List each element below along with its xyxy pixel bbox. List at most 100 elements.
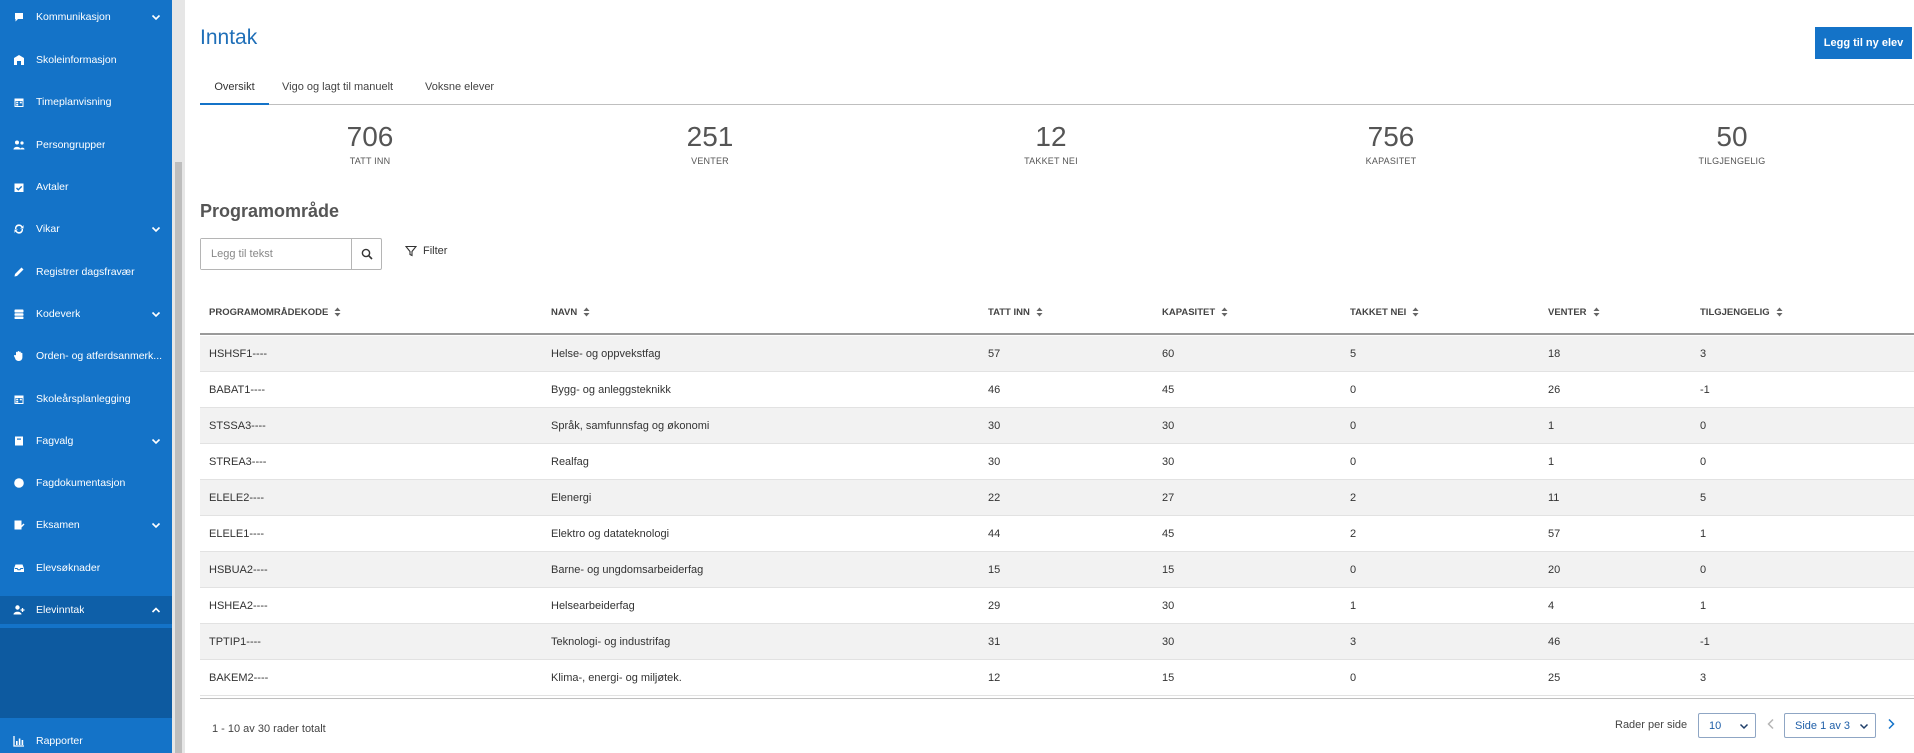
sidebar-item-5[interactable]: Avtaler bbox=[0, 173, 172, 201]
column-header[interactable]: KAPASITET bbox=[1162, 289, 1228, 335]
sidebar-item-label: Kodeverk bbox=[36, 308, 81, 320]
sidebar-scrollbar[interactable] bbox=[172, 0, 185, 753]
tab-voksne-elever[interactable]: Voksne elever bbox=[425, 74, 494, 105]
calendar-check-icon bbox=[11, 179, 27, 195]
table-cell: 57 bbox=[1548, 528, 1561, 540]
previous-page-button[interactable] bbox=[1766, 718, 1778, 732]
table-cell: 0 bbox=[1700, 420, 1707, 432]
table-footer-divider bbox=[200, 698, 1914, 699]
user-add-icon bbox=[11, 602, 27, 618]
table-cell: Helse- og oppvekstfag bbox=[551, 348, 661, 360]
sidebar-item-7[interactable]: Registrer dagsfravær bbox=[0, 258, 172, 286]
table-cell: TPTIP1---- bbox=[209, 636, 261, 648]
table-cell: Språk, samfunnsfag og økonomi bbox=[551, 420, 710, 432]
column-header-label: VENTER bbox=[1548, 306, 1587, 318]
school-icon bbox=[11, 52, 27, 68]
table-row[interactable]: HSBUA2---- Barne- og ungdomsarbeiderfag 15… bbox=[200, 552, 1914, 588]
stat-value: 706 bbox=[346, 121, 394, 152]
sidebar-item-2[interactable]: Skoleinformasjon bbox=[0, 46, 172, 74]
sidebar-item-10[interactable]: Skoleårsplanlegging bbox=[0, 385, 172, 413]
chevron-down-icon bbox=[150, 223, 162, 235]
table-cell: 30 bbox=[988, 420, 1001, 432]
table-row[interactable]: BABAT1---- Bygg- og anleggsteknikk 46 45 0 26… bbox=[200, 372, 1914, 408]
sort-icon bbox=[1036, 307, 1043, 317]
sidebar-item-label: Fagdokumentasjon bbox=[36, 477, 126, 489]
section-title: Programområde bbox=[200, 201, 340, 221]
stat-value: 756 bbox=[1367, 121, 1415, 152]
table-row[interactable]: STSSA3---- Språk, samfunnsfag og økonomi 3… bbox=[200, 408, 1914, 444]
tab-vigo[interactable]: Vigo og lagt til manuelt bbox=[282, 74, 393, 105]
table-row[interactable]: TPTIP1---- Teknologi- og industrifag 31 30 3… bbox=[200, 624, 1914, 660]
table-cell: Helsearbeiderfag bbox=[551, 600, 635, 612]
sidebar-item-6[interactable]: Vikar bbox=[0, 215, 172, 243]
column-header[interactable]: TILGJENGELIG bbox=[1700, 289, 1783, 335]
stat-takket-nei: 12 TAKKET NEI bbox=[951, 122, 1151, 167]
sort-icon bbox=[1412, 307, 1419, 317]
search-icon bbox=[361, 248, 373, 260]
sidebar-item-13[interactable]: Eksamen bbox=[0, 511, 172, 539]
page-select[interactable]: Side 1 av 3 bbox=[1784, 713, 1876, 738]
search-input[interactable] bbox=[201, 239, 351, 269]
filter-label: Filter bbox=[423, 245, 448, 257]
table-cell: 30 bbox=[1162, 420, 1175, 432]
table-cell: 0 bbox=[1700, 564, 1707, 576]
sidebar-item-14[interactable]: Elevsøknader bbox=[0, 554, 172, 582]
column-header[interactable]: VENTER bbox=[1548, 289, 1600, 335]
sidebar-item-15[interactable]: Elevinntak bbox=[0, 596, 172, 624]
sidebar-item-4[interactable]: Persongrupper bbox=[0, 131, 172, 159]
add-student-button[interactable]: Legg til ny elev bbox=[1815, 27, 1912, 59]
sort-icon bbox=[583, 307, 590, 317]
table-cell: 15 bbox=[988, 564, 1001, 576]
table-cell: HSHSF1---- bbox=[209, 348, 268, 360]
table-row[interactable]: BAKEM2---- Klima-, energi- og miljøtek. 12… bbox=[200, 660, 1914, 696]
tab-oversikt[interactable]: Oversikt bbox=[200, 74, 269, 105]
chevron-right-icon bbox=[1888, 718, 1895, 730]
main-content: Inntak Legg til ny elev Oversikt Vigo og… bbox=[200, 0, 1914, 753]
sidebar-item-12[interactable]: Fagdokumentasjon bbox=[0, 469, 172, 497]
column-header[interactable]: NAVN bbox=[551, 289, 590, 335]
table-row[interactable]: ELELE2---- Elenergi 22 27 2 11 5 bbox=[200, 480, 1914, 516]
column-header[interactable]: PROGRAMOMRÅDEKODE bbox=[209, 289, 341, 335]
table-cell: 0 bbox=[1350, 420, 1357, 432]
column-header[interactable]: TATT INN bbox=[988, 289, 1043, 335]
table-cell: 1 bbox=[1548, 420, 1555, 432]
column-header[interactable]: TAKKET NEI bbox=[1350, 289, 1419, 335]
column-header-label: TATT INN bbox=[988, 306, 1030, 318]
stat-kapasitet: 756 KAPASITET bbox=[1291, 121, 1491, 167]
table-row[interactable]: STREA3---- Realfag 30 30 0 1 0 bbox=[200, 444, 1914, 480]
sidebar-item-1[interactable]: Kommunikasjon bbox=[0, 3, 172, 31]
table-row[interactable]: HSHSF1---- Helse- og oppvekstfag 57 60 5 18 3 bbox=[200, 336, 1914, 372]
table-cell: ELELE2---- bbox=[209, 492, 265, 504]
table-row[interactable]: HSHEA2---- Helsearbeiderfag 29 30 1 4 1 bbox=[200, 588, 1914, 624]
table-cell: 1 bbox=[1350, 600, 1357, 612]
sidebar-item-9[interactable]: Orden- og atferdsanmerk... bbox=[0, 342, 172, 370]
rows-per-page-select[interactable]: 10 bbox=[1698, 713, 1756, 738]
search-button[interactable] bbox=[351, 239, 381, 269]
chevron-down-icon bbox=[1739, 723, 1749, 730]
table-cell: 12 bbox=[988, 672, 1001, 684]
column-header-label: TAKKET NEI bbox=[1350, 306, 1407, 318]
table-cell: HSBUA2---- bbox=[209, 564, 268, 576]
chevron-down-icon bbox=[150, 308, 162, 320]
stat-venter: 251 VENTER bbox=[610, 121, 810, 167]
next-page-button[interactable] bbox=[1886, 718, 1898, 732]
sidebar-item-label: Elevsøknader bbox=[36, 562, 101, 574]
chart-icon bbox=[11, 733, 27, 749]
table-cell: 30 bbox=[1162, 456, 1175, 468]
stat-value: 251 bbox=[686, 121, 734, 152]
table-cell: Bygg- og anleggsteknikk bbox=[551, 384, 671, 396]
table-cell: Elenergi bbox=[551, 492, 592, 504]
scrollbar-thumb[interactable] bbox=[175, 162, 182, 753]
chevron-up-icon bbox=[150, 604, 162, 616]
table-row[interactable]: ELELE1---- Elektro og datateknologi 44 45 2 5… bbox=[200, 516, 1914, 552]
filter-button[interactable]: Filter bbox=[405, 245, 447, 257]
table-cell: Realfag bbox=[551, 456, 589, 468]
stat-label: TILGJENGELIG bbox=[1698, 156, 1766, 166]
table-cell: 5 bbox=[1350, 348, 1357, 360]
stat-label: TAKKET NEI bbox=[1024, 156, 1078, 166]
sidebar-item-rapporter[interactable]: Rapporter bbox=[0, 727, 172, 753]
table-cell: 30 bbox=[988, 456, 1001, 468]
sidebar-item-11[interactable]: Fagvalg bbox=[0, 427, 172, 455]
sidebar-item-3[interactable]: Timeplanvisning bbox=[0, 88, 172, 116]
sidebar-item-8[interactable]: Kodeverk bbox=[0, 300, 172, 328]
